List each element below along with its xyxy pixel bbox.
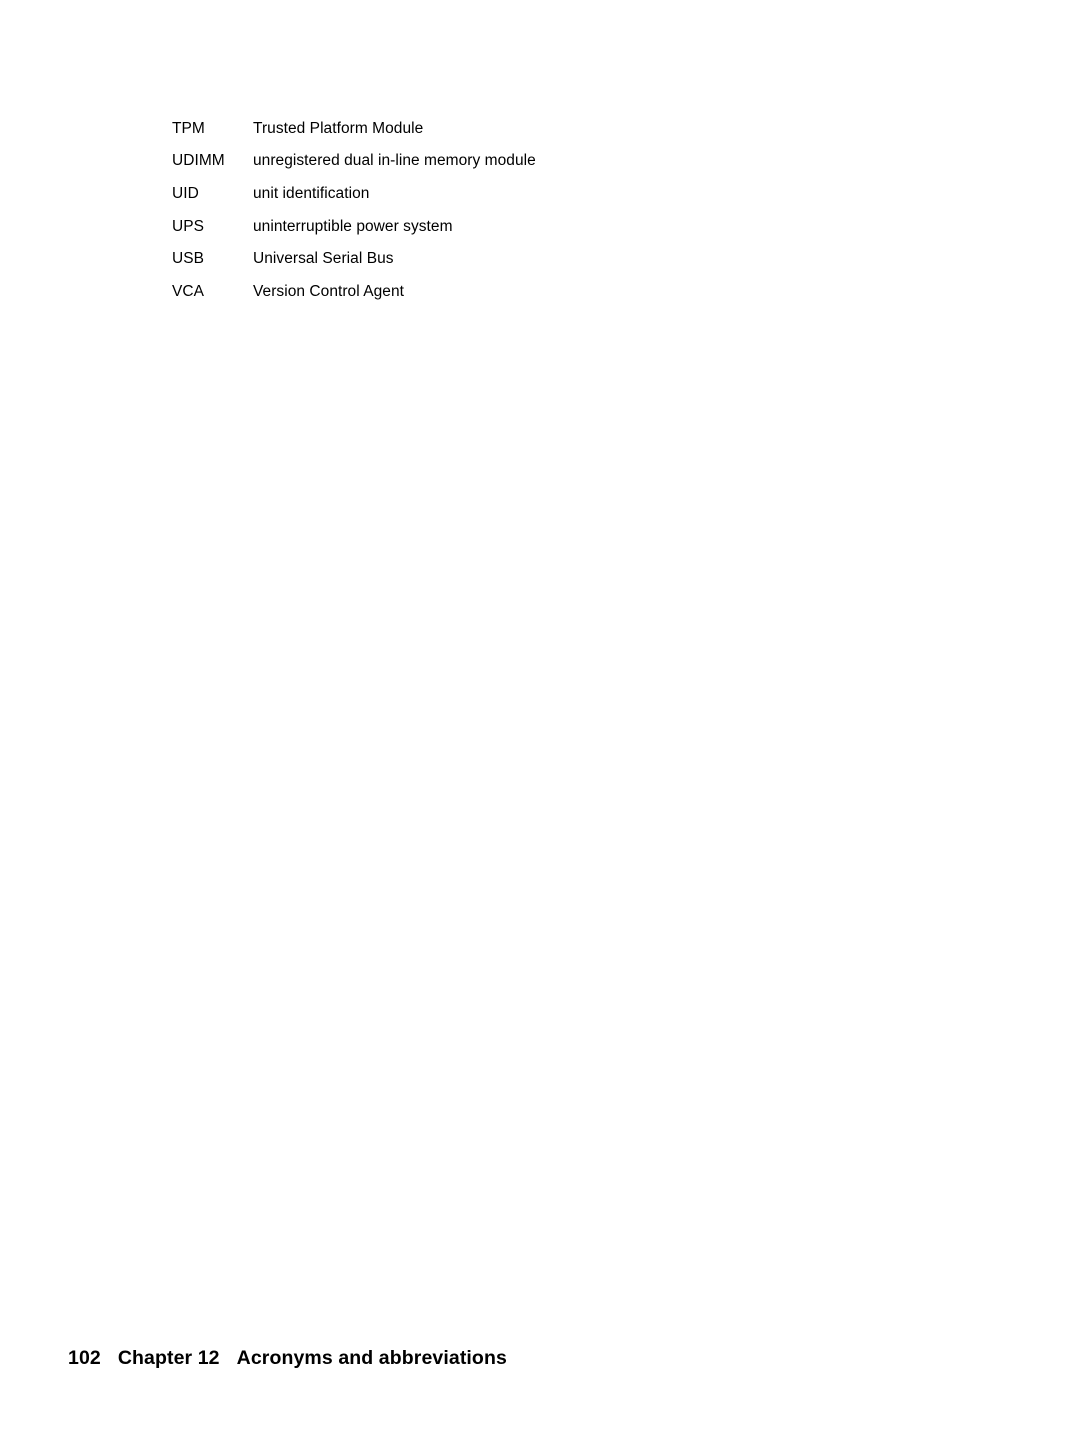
acronym-term: VCA — [172, 282, 205, 300]
page-footer: 102 Chapter 12 Acronyms and abbreviation… — [68, 1346, 507, 1370]
acronym-definition: Trusted Platform Module — [253, 119, 424, 137]
footer-chapter-title: Acronyms and abbreviations — [236, 1347, 507, 1369]
table-row: USB Universal Serial Bus — [172, 242, 878, 275]
acronym-definition: Version Control Agent — [253, 282, 404, 300]
acronym-definition: uninterruptible power system — [253, 217, 453, 235]
acronym-term: UDIMM — [172, 152, 225, 170]
table-row: TPM Trusted Platform Module — [172, 112, 878, 145]
document-page: TPM Trusted Platform Module UDIMM unregi… — [0, 0, 1080, 1438]
footer-page-number: 102 — [68, 1347, 101, 1369]
table-row: UDIMM unregistered dual in-line memory m… — [172, 145, 878, 178]
acronym-definition: unregistered dual in-line memory module — [253, 152, 536, 170]
acronym-glossary-table: TPM Trusted Platform Module UDIMM unregi… — [172, 112, 878, 308]
acronym-term: UID — [172, 184, 199, 202]
acronym-term: USB — [172, 250, 205, 268]
table-row: UID unit identification — [172, 177, 878, 210]
acronym-term: TPM — [172, 119, 205, 137]
table-row: VCA Version Control Agent — [172, 275, 878, 308]
table-row: UPS uninterruptible power system — [172, 210, 878, 243]
acronym-definition: unit identification — [253, 184, 370, 202]
acronym-term: UPS — [172, 217, 205, 235]
footer-chapter-label: Chapter 12 — [117, 1347, 220, 1369]
acronym-definition: Universal Serial Bus — [253, 250, 394, 268]
glossary-body: TPM Trusted Platform Module UDIMM unregi… — [172, 112, 878, 308]
